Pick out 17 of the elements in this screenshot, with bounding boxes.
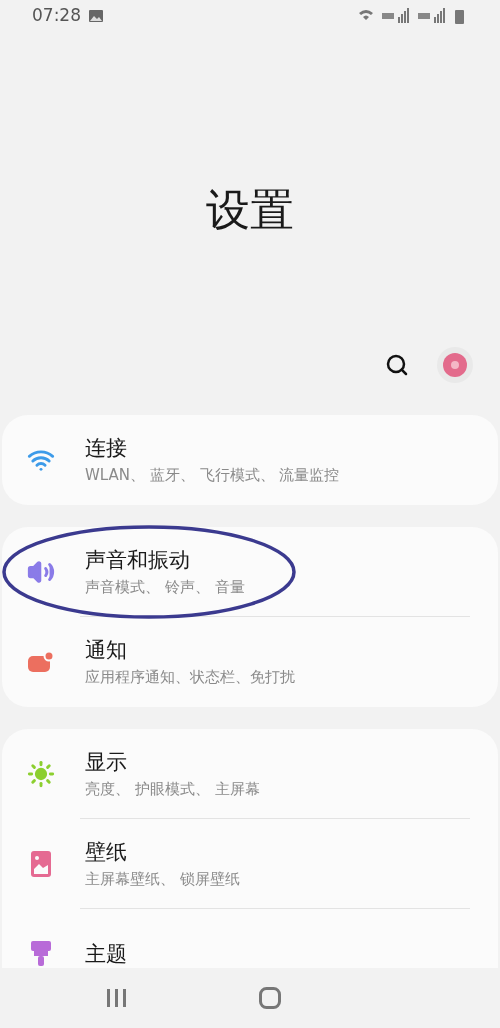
page-title: 设置 [206,183,294,237]
settings-item[interactable]: 显示 亮度、 护眼模式、 主屏幕 [80,748,260,800]
search-icon[interactable] [385,353,409,377]
paint-roller-icon [30,941,52,967]
home-icon[interactable] [259,987,281,1009]
image-icon [31,851,51,877]
settings-item[interactable]: 连接 WLAN、 蓝牙、 飞行模式、 流量监控 [80,434,340,486]
settings-item[interactable]: 通知 应用程序通知、状态栏、免打扰 [80,636,295,688]
recent-apps-icon[interactable] [106,989,127,1007]
sun-icon [27,760,55,788]
status-time: 07:28 [32,4,81,28]
avatar-icon[interactable] [436,346,474,384]
image-icon [89,10,103,22]
speaker-icon [27,558,55,586]
settings-item[interactable]: 壁纸 主屏幕壁纸、 锁屏壁纸 [80,838,240,890]
settings-item[interactable]: 主题 [80,940,127,968]
notification-icon [27,651,55,673]
